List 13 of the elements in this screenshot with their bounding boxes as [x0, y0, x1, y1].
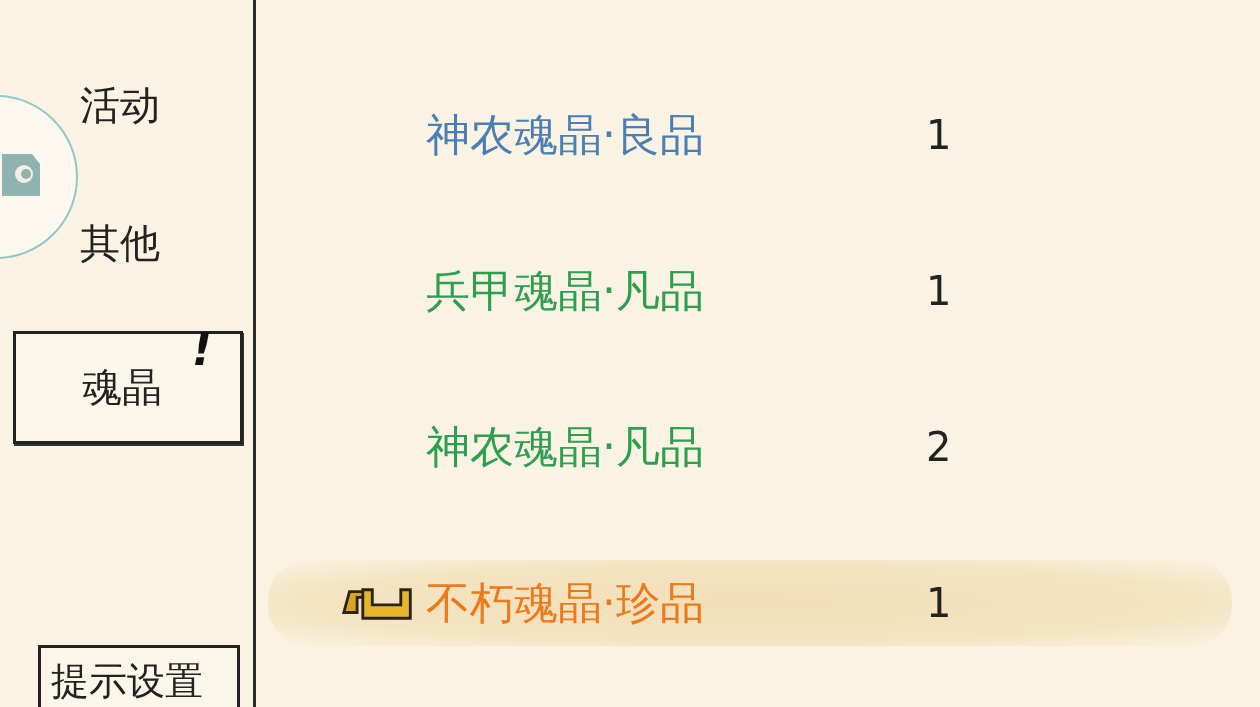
item-count: 2 [926, 424, 952, 470]
item-name: 神农魂晶·凡品 [426, 419, 705, 474]
alert-mark: ! [192, 328, 213, 372]
item-name: 神农魂晶·良品 [426, 107, 705, 162]
row-highlight[interactable]: 不朽魂晶·珍品 1 [268, 560, 1232, 646]
item-count: 1 [926, 112, 952, 158]
item-count: 1 [926, 268, 952, 314]
item-count: 1 [926, 580, 952, 626]
category-tab[interactable]: 活动 [80, 77, 160, 133]
item-name: 不朽魂晶·珍品 [426, 575, 705, 630]
settings-button[interactable]: 提示设置 [38, 645, 240, 707]
item-name: 兵甲魂晶·凡品 [426, 263, 705, 318]
category-tab[interactable]: 其他 [80, 215, 160, 271]
